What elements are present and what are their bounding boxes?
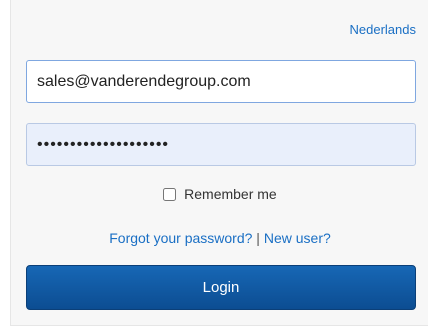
forgot-password-link[interactable]: Forgot your password? [109,230,252,246]
language-link[interactable]: Nederlands [350,22,417,37]
email-field[interactable] [26,60,416,103]
new-user-link[interactable]: New user? [264,230,331,246]
login-button[interactable]: Login [26,265,416,310]
login-panel: Nederlands Remember me Forgot your passw… [10,0,428,326]
remember-label[interactable]: Remember me [184,186,277,202]
remember-row: Remember me [11,186,429,202]
remember-checkbox[interactable] [163,188,177,201]
password-field[interactable] [26,123,416,166]
account-links: Forgot your password? | New user? [11,230,429,246]
links-separator: | [252,230,264,246]
